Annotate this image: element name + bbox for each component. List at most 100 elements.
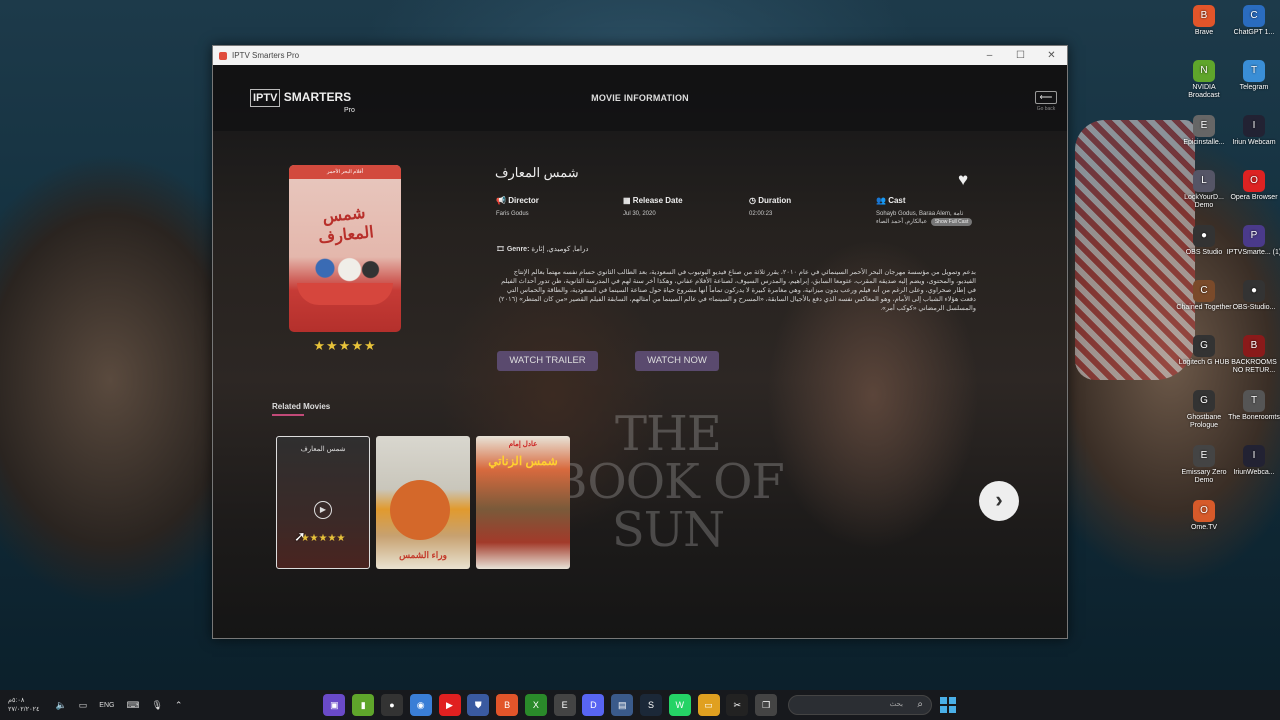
taskbar-apps: ▣ ▮ ● ◉ ▶ ⛊ B X E D ▤ S W ▭ ✂ ❐	[320, 694, 781, 716]
release-label: Release Date	[632, 196, 683, 205]
desktop-icon[interactable]: T Telegram	[1226, 60, 1280, 92]
desktop-icon-label: Ome.TV	[1190, 524, 1218, 531]
taskbar-steam-icon[interactable]: S	[639, 694, 662, 716]
app-header: IPTV SMARTERS Pro MOVIE INFORMATION ⟵ Go…	[213, 65, 1067, 131]
duration-label: Duration	[758, 196, 792, 205]
desktop-icon[interactable]: L LockYourD... Demo	[1176, 170, 1232, 210]
desktop-icon[interactable]: C Chained Together	[1176, 280, 1232, 312]
taskbar-xbox-icon[interactable]: X	[524, 694, 547, 716]
taskbar-shield-icon[interactable]: ⛊	[467, 694, 490, 716]
search-icon: ⌕	[917, 699, 923, 710]
desktop-icon[interactable]: T The Boneroomts	[1226, 390, 1280, 422]
app-shortcut-icon: G	[1193, 390, 1215, 412]
related-movie-card[interactable]: وراء الشمس	[376, 436, 470, 569]
app-shortcut-icon: E	[1193, 445, 1215, 467]
desktop-icon[interactable]: P IPTVSmarte... (1)	[1226, 225, 1280, 257]
desktop-icon[interactable]: B BACKROOMS NO RETUR...	[1226, 335, 1280, 375]
heart-icon[interactable]: ♥	[958, 170, 968, 190]
desktop-icon[interactable]: O Opera Browser	[1226, 170, 1280, 202]
taskbar-epic-icon[interactable]: E	[553, 694, 576, 716]
release-value: Jul 30, 2020	[623, 211, 656, 217]
desktop-icon[interactable]: O Ome.TV	[1176, 500, 1232, 532]
windows-start-icon[interactable]	[940, 697, 956, 713]
cast-block: 👥 Cast Sohayb Godus, Baraa Alem, ثامة عب…	[876, 196, 973, 226]
language-indicator[interactable]: ENG	[99, 702, 114, 709]
play-icon[interactable]: ▶	[314, 501, 332, 519]
maximize-button[interactable]: ☐	[1005, 46, 1036, 65]
desktop-icon[interactable]: B Brave	[1176, 5, 1232, 37]
desktop-icon[interactable]: C ChatGPT 1...	[1226, 5, 1280, 37]
desktop-icons: B Brave C ChatGPT 1... N NVIDIA Broadcast T Tel…	[1176, 0, 1280, 690]
close-button[interactable]: ✕	[1036, 46, 1067, 65]
taskbar-explorer-icon[interactable]: ▭	[697, 694, 720, 716]
logo-pro: Pro	[344, 107, 355, 114]
clock[interactable]: ٥:٠٨م ٢٧/٠٢/٢٠٢٤	[8, 696, 40, 714]
show-full-cast-button[interactable]: Show Full Cast	[930, 218, 973, 226]
chevron-up-icon[interactable]: ⌃	[175, 700, 183, 711]
poster-top-text: أفلام البحر الأحمر	[289, 165, 401, 179]
desktop-icon[interactable]: E Emissary Zero Demo	[1176, 445, 1232, 485]
related-movie-card[interactable]: عادل إمام شمس الزناتي	[476, 436, 570, 569]
network-icon[interactable]: ▭	[79, 700, 88, 711]
related-card-title: وراء الشمس	[399, 550, 447, 560]
director-label: Director	[508, 196, 539, 205]
search-input[interactable]: بحث ⌕	[788, 695, 932, 715]
taskbar-capcut-icon[interactable]: ✂	[726, 694, 749, 716]
desktop-icon-label: Emissary Zero Demo	[1181, 469, 1227, 484]
desktop-icon-label: LockYourD... Demo	[1184, 194, 1224, 209]
page-title: MOVIE INFORMATION	[591, 93, 689, 103]
related-movie-card[interactable]: شمس المعارف ▶ ★★★★★	[276, 436, 370, 569]
calendar-icon: ▦	[623, 196, 631, 205]
taskbar-store-icon[interactable]: ▤	[611, 694, 634, 716]
desktop-icon-label: Opera Browser	[1230, 194, 1278, 201]
desktop-icon-label: The Boneroomts	[1228, 414, 1280, 421]
background-title-text: THE BOOK OF SUN	[552, 406, 785, 558]
poster-sun	[390, 480, 450, 540]
taskbar: ٥:٠٨م ٢٧/٠٢/٢٠٢٤ 🔈 ▭ ENG ⌨ 🎙 ⌃ ▣ ▮ ● ◉ ▶ ⛊ B X E…	[0, 690, 1280, 720]
speaker-icon[interactable]: 🔈	[56, 700, 67, 711]
keyboard-icon[interactable]: ⌨	[126, 700, 139, 711]
taskbar-multitask-icon[interactable]: ❐	[755, 694, 778, 716]
titlebar[interactable]: IPTV Smarters Pro – ☐ ✕	[213, 46, 1067, 65]
director-block: 📢 Director Faris Godus	[496, 196, 539, 217]
desktop-icon[interactable]: N NVIDIA Broadcast	[1176, 60, 1232, 100]
desktop-icon[interactable]: ● OBS Studio	[1176, 225, 1232, 257]
desktop-icon[interactable]: G Logitech G HUB	[1176, 335, 1232, 367]
genre-row: 🎞 Genre: دراما, كوميدي, إثارة	[496, 245, 589, 253]
movie-title: شمس المعارف	[495, 165, 579, 180]
desktop-icon-label: IPTVSmarte... (1)	[1226, 249, 1280, 256]
app-shortcut-icon: I	[1243, 445, 1265, 467]
watch-now-button[interactable]: WATCH NOW	[635, 351, 719, 371]
release-block: ▦ Release Date Jul 30, 2020	[623, 196, 683, 217]
watch-trailer-button[interactable]: WATCH TRAILER	[497, 351, 598, 371]
taskbar-brave-icon[interactable]: B	[496, 694, 519, 716]
desktop-icon-label: Telegram	[1239, 84, 1269, 91]
minimize-button[interactable]: –	[974, 46, 1005, 65]
taskbar-whatsapp-icon[interactable]: W	[668, 694, 691, 716]
taskbar-chrome-icon[interactable]: ◉	[409, 694, 432, 716]
film-icon: 🎞	[496, 246, 505, 253]
taskbar-youtube-icon[interactable]: ▶	[438, 694, 461, 716]
desktop-icon[interactable]: I Iriun Webcam	[1226, 115, 1280, 147]
taskbar-iptv-icon[interactable]: ▣	[323, 694, 346, 716]
microphone-icon[interactable]: 🎙	[151, 700, 162, 711]
chevron-right-icon[interactable]: ›	[979, 481, 1019, 521]
app-shortcut-icon: C	[1193, 280, 1215, 302]
poster-boat	[297, 283, 393, 305]
taskbar-discord-icon[interactable]: D	[582, 694, 605, 716]
desktop-icon[interactable]: I IriunWebca...	[1226, 445, 1280, 477]
desktop-icon-label: Epicinstalle...	[1183, 139, 1225, 146]
app-content: IPTV SMARTERS Pro MOVIE INFORMATION ⟵ Go…	[213, 65, 1067, 638]
taskbar-obs-icon[interactable]: ●	[380, 694, 403, 716]
taskbar-nvidia-icon[interactable]: ▮	[352, 694, 375, 716]
go-back-button[interactable]: ⟵ Go back	[1034, 91, 1058, 112]
app-shortcut-icon: G	[1193, 335, 1215, 357]
desktop-icon[interactable]: G Ghostbane Prologue	[1176, 390, 1232, 430]
desktop-icon[interactable]: ● OBS-Studio...	[1226, 280, 1280, 312]
app-shortcut-icon: T	[1243, 390, 1265, 412]
desktop-icon-label: NVIDIA Broadcast	[1188, 84, 1220, 99]
poster-title: شمس المعارف	[317, 204, 375, 247]
desktop-icon[interactable]: E Epicinstalle...	[1176, 115, 1232, 147]
app-shortcut-icon: C	[1243, 5, 1265, 27]
app-shortcut-icon: B	[1243, 335, 1265, 357]
